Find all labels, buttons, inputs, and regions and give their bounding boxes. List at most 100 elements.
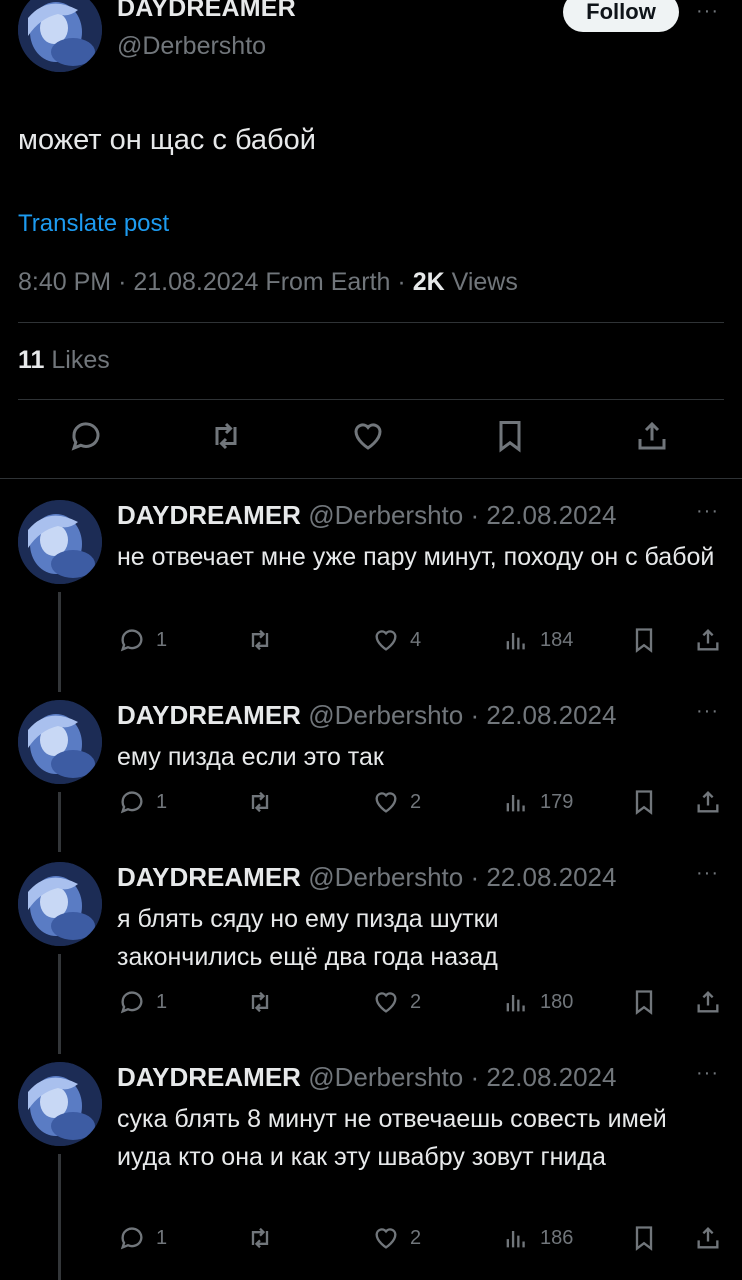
author-avatar[interactable] xyxy=(18,0,102,72)
reply-post[interactable]: DAYDREAMER @Derbershto · 22.08.2024 ··· … xyxy=(0,1062,742,1280)
post-date[interactable]: 21.08.2024 xyxy=(133,268,258,296)
share-button[interactable] xyxy=(694,622,722,658)
like-button[interactable]: 2 xyxy=(372,1220,421,1256)
reply-date[interactable]: · 22.08.2024 xyxy=(470,1062,616,1092)
reply-button[interactable] xyxy=(68,418,108,462)
likes-summary[interactable]: 11 Likes xyxy=(18,346,110,375)
post-time[interactable]: 8:40 PM xyxy=(18,268,111,296)
views-button[interactable]: 179 xyxy=(502,784,573,820)
reply-button[interactable]: 1 xyxy=(118,784,167,820)
reply-count: 1 xyxy=(156,628,168,651)
reply-button[interactable]: 1 xyxy=(118,1220,167,1256)
bookmark-icon xyxy=(499,421,521,453)
reply-avatar[interactable] xyxy=(18,862,102,946)
like-button[interactable]: 4 xyxy=(372,622,421,658)
reply-author-name[interactable]: DAYDREAMER xyxy=(117,700,301,730)
more-options-icon[interactable]: ··· xyxy=(696,1062,719,1085)
reply-header: DAYDREAMER @Derbershto · 22.08.2024 xyxy=(117,862,616,893)
like-button[interactable]: 2 xyxy=(372,984,421,1020)
speech-bubble-icon xyxy=(120,991,143,1014)
reply-avatar[interactable] xyxy=(18,1062,102,1146)
avatar-image xyxy=(18,1062,102,1146)
reply-date[interactable]: · 22.08.2024 xyxy=(470,700,616,730)
reply-author-name[interactable]: DAYDREAMER xyxy=(117,500,301,530)
translate-post-link[interactable]: Translate post xyxy=(18,210,169,238)
share-button[interactable] xyxy=(694,984,722,1020)
bookmark-icon xyxy=(635,990,653,1015)
reply-author-name[interactable]: DAYDREAMER xyxy=(117,862,301,892)
views-count: 2K xyxy=(412,268,445,296)
like-button[interactable]: 2 xyxy=(372,784,421,820)
repost-button[interactable] xyxy=(246,984,274,1020)
reply-avatar[interactable] xyxy=(18,700,102,784)
reply-author-name[interactable]: DAYDREAMER xyxy=(117,1062,301,1092)
more-options-icon[interactable]: ··· xyxy=(696,862,719,885)
views-button[interactable]: 186 xyxy=(502,1220,573,1256)
share-button[interactable] xyxy=(634,418,674,462)
views-button[interactable]: 184 xyxy=(502,622,573,658)
reply-author-handle[interactable]: @Derbershto xyxy=(308,862,463,892)
follow-button[interactable]: Follow xyxy=(563,0,679,32)
avatar-image xyxy=(18,500,102,584)
reply-text: сука блять 8 минут не отвечаешь совесть … xyxy=(117,1105,667,1171)
share-icon xyxy=(697,791,719,813)
speech-bubble-icon xyxy=(71,422,100,451)
heart-icon xyxy=(375,630,397,651)
repost-button[interactable] xyxy=(208,418,248,462)
author-handle[interactable]: @Derbershto xyxy=(117,32,266,61)
repost-button[interactable] xyxy=(246,784,274,820)
bookmark-button[interactable] xyxy=(630,622,658,658)
thread-line xyxy=(58,1154,61,1280)
bookmark-button[interactable] xyxy=(630,1220,658,1256)
bookmark-button[interactable] xyxy=(492,418,532,462)
like-count: 4 xyxy=(410,628,422,651)
like-button[interactable] xyxy=(350,418,390,462)
divider xyxy=(0,478,742,479)
views-count: 180 xyxy=(540,990,574,1013)
reply-button[interactable]: 1 xyxy=(118,984,167,1020)
more-options-icon[interactable]: ··· xyxy=(696,500,719,523)
avatar-image xyxy=(18,862,102,946)
reply-count: 1 xyxy=(156,990,168,1013)
reply-date[interactable]: · 22.08.2024 xyxy=(470,500,616,530)
reply-button[interactable]: 1 xyxy=(118,622,167,658)
repost-button[interactable] xyxy=(246,622,274,658)
reply-action-bar: 1 2 180 xyxy=(0,984,742,1020)
reply-text: не отвечает мне уже пару минут, походу о… xyxy=(117,543,715,571)
post-detail-page: DAYDREAMER @Derbershto Follow ··· может … xyxy=(0,0,742,1280)
heart-icon xyxy=(354,423,382,450)
heart-icon xyxy=(375,792,397,813)
share-button[interactable] xyxy=(694,784,722,820)
reply-avatar[interactable] xyxy=(18,500,102,584)
reply-author-handle[interactable]: @Derbershto xyxy=(308,500,463,530)
bar-chart-icon xyxy=(506,1231,525,1248)
repost-icon xyxy=(251,991,269,1013)
reply-count: 1 xyxy=(156,790,168,813)
bookmark-button[interactable] xyxy=(630,784,658,820)
share-button[interactable] xyxy=(694,1220,722,1256)
repost-button[interactable] xyxy=(246,1220,274,1256)
like-count: 2 xyxy=(410,1226,422,1249)
reply-header: DAYDREAMER @Derbershto · 22.08.2024 xyxy=(117,1062,616,1093)
views-count: 184 xyxy=(540,628,574,651)
views-label: Views xyxy=(451,268,518,296)
author-name[interactable]: DAYDREAMER xyxy=(117,0,296,23)
reply-post[interactable]: DAYDREAMER @Derbershto · 22.08.2024 ··· … xyxy=(0,862,742,1062)
bar-chart-icon xyxy=(506,795,525,812)
repost-icon xyxy=(215,422,237,450)
repost-icon xyxy=(251,629,269,651)
views-button[interactable]: 180 xyxy=(502,984,573,1020)
reply-count: 1 xyxy=(156,1226,168,1249)
reply-post[interactable]: DAYDREAMER @Derbershto · 22.08.2024 ··· … xyxy=(0,700,742,860)
reply-date[interactable]: · 22.08.2024 xyxy=(470,862,616,892)
reply-author-handle[interactable]: @Derbershto xyxy=(308,1062,463,1092)
bookmark-button[interactable] xyxy=(630,984,658,1020)
reply-action-bar: 1 2 179 xyxy=(0,784,742,820)
more-options-icon[interactable]: ··· xyxy=(696,0,719,23)
reply-header: DAYDREAMER @Derbershto · 22.08.2024 xyxy=(117,500,616,531)
likes-count: 11 xyxy=(18,346,45,374)
reply-post[interactable]: DAYDREAMER @Derbershto · 22.08.2024 ··· … xyxy=(0,500,742,692)
reply-author-handle[interactable]: @Derbershto xyxy=(308,700,463,730)
more-options-icon[interactable]: ··· xyxy=(696,700,719,723)
reply-action-bar: 1 2 186 xyxy=(0,1220,742,1256)
